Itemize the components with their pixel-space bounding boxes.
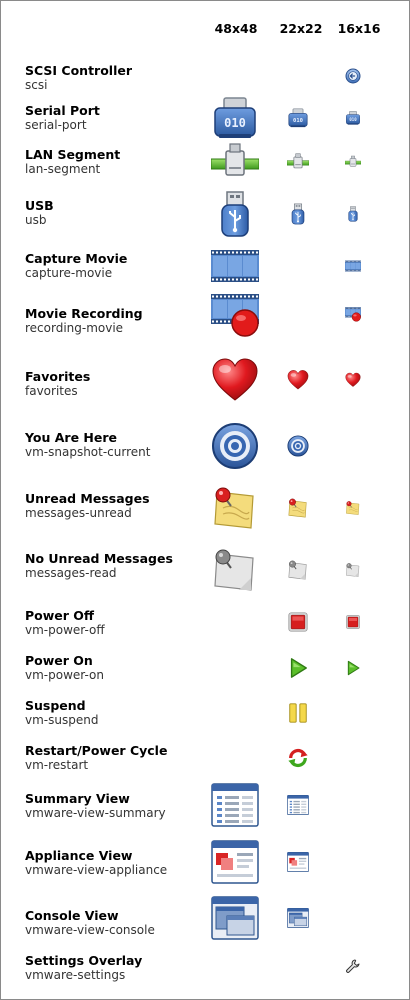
icon-id: messages-read	[25, 566, 117, 580]
icon-title: Unread Messages	[25, 491, 150, 506]
icon-title: Serial Port	[25, 103, 100, 118]
icon-title: Movie Recording	[25, 306, 143, 321]
icon-id: recording-movie	[25, 321, 124, 335]
heart-icon	[211, 356, 259, 404]
icon-id: vm-suspend	[25, 713, 99, 727]
restart-icon	[287, 747, 309, 769]
icon-id: favorites	[25, 384, 78, 398]
usb-icon	[211, 190, 259, 238]
icon-title: Suspend	[25, 698, 86, 713]
icon-id: messages-unread	[25, 506, 132, 520]
icon-title: Power On	[25, 653, 93, 668]
icon-id: scsi	[25, 78, 48, 92]
icon-title: No Unread Messages	[25, 551, 173, 566]
wrench-icon	[345, 958, 361, 974]
icon-row-vmware-view-console: Console View vmware-view-console	[25, 908, 395, 938]
icon-title: Console View	[25, 908, 119, 923]
icon-title: Summary View	[25, 791, 130, 806]
icon-title: Restart/Power Cycle	[25, 743, 168, 758]
target-icon	[287, 435, 309, 457]
heart-icon	[345, 372, 361, 388]
svg-text:010: 010	[349, 117, 357, 122]
icon-id: vm-power-off	[25, 623, 105, 637]
note-pin-read-icon	[211, 546, 259, 594]
film-icon	[345, 258, 361, 274]
film-record-icon	[345, 306, 361, 322]
lan-segment-icon	[211, 138, 259, 186]
icon-title: SCSI Controller	[25, 63, 133, 78]
icon-title: You Are Here	[25, 430, 117, 445]
icon-id: vmware-view-appliance	[25, 863, 168, 877]
stop-icon	[287, 611, 309, 633]
icon-title: Settings Overlay	[25, 953, 143, 968]
icon-id: vm-snapshot-current	[25, 445, 151, 459]
icon-id: lan-segment	[25, 162, 101, 176]
usb-icon	[345, 206, 361, 222]
icon-row-vm-power-off: Power Off vm-power-off	[25, 608, 395, 638]
summary-view-icon	[211, 781, 259, 829]
icon-row-serial-port: Serial Port serial-port	[25, 103, 395, 133]
icon-row-vmware-settings: Settings Overlay vmware-settings	[25, 953, 395, 983]
note-pin-unread-icon	[287, 497, 309, 519]
lan-segment-icon	[345, 154, 361, 170]
icon-title: LAN Segment	[25, 147, 121, 162]
icon-row-lan-segment: LAN Segment lan-segment	[25, 147, 395, 177]
icon-id: usb	[25, 213, 47, 227]
appliance-view-icon	[287, 851, 309, 873]
note-pin-read-icon	[345, 562, 361, 578]
heart-icon	[287, 369, 309, 391]
icon-row-vm-suspend: Suspend vm-suspend	[25, 698, 395, 728]
film-record-icon	[211, 290, 259, 338]
icon-id: vmware-view-summary	[25, 806, 166, 820]
target-icon	[211, 422, 259, 470]
appliance-view-icon	[211, 838, 259, 886]
icon-row-capture-movie: Capture Movie capture-movie	[25, 251, 395, 281]
icon-title: USB	[25, 198, 54, 213]
serial-port-icon: 010	[287, 107, 309, 129]
icon-id: vmware-settings	[25, 968, 126, 982]
usb-icon	[287, 203, 309, 225]
play-icon	[345, 660, 361, 676]
note-pin-unread-icon	[345, 500, 361, 516]
icon-id: serial-port	[25, 118, 87, 132]
icon-row-scsi: SCSI Controller scsi	[25, 63, 395, 93]
scsi-icon	[345, 68, 361, 84]
icon-row-messages-read: No Unread Messages messages-read	[25, 551, 395, 581]
icon-title: Power Off	[25, 608, 95, 623]
lan-segment-icon	[287, 151, 309, 173]
icon-row-vm-restart: Restart/Power Cycle vm-restart	[25, 743, 395, 773]
icon-title: Favorites	[25, 369, 91, 384]
icon-id: vm-restart	[25, 758, 89, 772]
icon-row-vm-snapshot-current: You Are Here vm-snapshot-current	[25, 430, 395, 460]
icon-row-recording-movie: Movie Recording recording-movie	[25, 306, 395, 336]
note-pin-read-icon	[287, 559, 309, 581]
icon-row-favorites: Favorites favorites	[25, 369, 395, 399]
icon-id: vmware-view-console	[25, 923, 155, 937]
note-pin-unread-icon	[211, 484, 259, 532]
summary-view-icon	[287, 794, 309, 816]
pause-icon	[287, 702, 309, 724]
svg-text:010: 010	[224, 116, 246, 130]
svg-text:010: 010	[293, 118, 303, 124]
icon-id: vm-power-on	[25, 668, 104, 682]
serial-port-icon: 010	[211, 94, 259, 142]
console-view-icon	[287, 907, 309, 929]
column-header-48: 48x48	[214, 21, 258, 36]
console-view-icon	[211, 894, 259, 942]
serial-port-icon: 010	[345, 110, 361, 126]
icon-row-vmware-view-summary: Summary View vmware-view-summary	[25, 791, 395, 821]
icon-title: Capture Movie	[25, 251, 128, 266]
film-icon	[211, 242, 259, 290]
icon-id: capture-movie	[25, 266, 113, 280]
column-header-16: 16x16	[337, 21, 381, 36]
icon-title: Appliance View	[25, 848, 133, 863]
icon-row-messages-unread: Unread Messages messages-unread	[25, 491, 395, 521]
play-icon	[287, 657, 309, 679]
icon-row-vmware-view-appliance: Appliance View vmware-view-appliance	[25, 848, 395, 878]
column-header-22: 22x22	[279, 21, 323, 36]
stop-icon	[345, 614, 361, 630]
icon-row-usb: USB usb	[25, 198, 395, 228]
icon-row-vm-power-on: Power On vm-power-on	[25, 653, 395, 683]
